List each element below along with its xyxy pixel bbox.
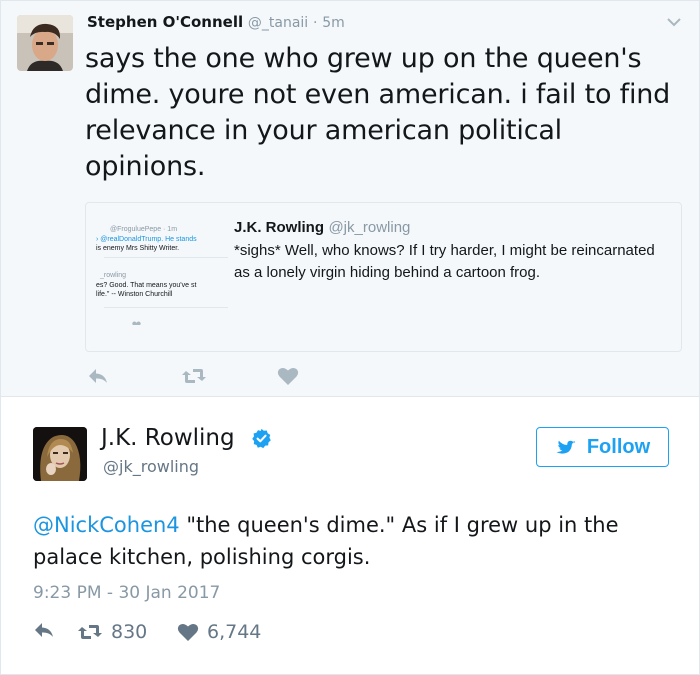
reply-action[interactable] xyxy=(33,621,55,639)
follow-button-label: Follow xyxy=(586,435,651,458)
stephen-avatar[interactable] xyxy=(17,15,73,71)
separator-dot: · xyxy=(312,15,318,31)
heart-icon xyxy=(132,321,141,325)
main-tweet-text: @NickCohen4 "the queen's dime." As if I … xyxy=(33,509,673,573)
retweet-icon[interactable] xyxy=(181,367,207,385)
like-action[interactable]: 6,744 xyxy=(177,621,261,643)
heart-icon[interactable] xyxy=(277,367,299,386)
reply-tweet: Stephen O'Connell @_tanaii · 5m says the… xyxy=(0,0,700,397)
quoted-tweet-thumbnail: @FroguluePepe · 1m › @realDonaldTrump. H… xyxy=(94,213,228,325)
retweet-icon xyxy=(78,625,102,639)
tweet-timestamp[interactable]: 9:23 PM - 30 Jan 2017 xyxy=(33,583,220,603)
thumb-line: _rowling xyxy=(100,272,127,279)
thumb-divider xyxy=(104,307,228,308)
heart-icon xyxy=(177,623,199,641)
verified-badge-icon xyxy=(252,428,271,449)
mention-link[interactable]: @NickCohen4 xyxy=(33,513,180,537)
quoted-tweet-card[interactable]: @FroguluePepe · 1m › @realDonaldTrump. H… xyxy=(85,202,682,352)
retweet-count: 830 xyxy=(111,621,148,643)
retweet-action[interactable]: 830 xyxy=(77,621,147,643)
follow-button[interactable]: Follow xyxy=(536,427,669,467)
jk-rowling-avatar[interactable] xyxy=(33,427,87,481)
thumb-line: is enemy Mrs Shitty Writer. xyxy=(96,245,180,252)
thumb-line: life." -- Winston Churchill xyxy=(96,291,173,298)
quoted-tweet-body: J.K. Rowling @jk_rowling *sighs* Well, w… xyxy=(234,219,674,284)
thumb-line: es? Good. That means you've st xyxy=(96,282,197,289)
author-handle[interactable]: @_tanaii xyxy=(248,15,308,31)
quoted-author-name: J.K. Rowling xyxy=(234,219,324,236)
author-handle[interactable]: @jk_rowling xyxy=(103,457,199,476)
reply-tweet-header: Stephen O'Connell @_tanaii · 5m xyxy=(87,13,345,31)
thumb-line: › @realDonaldTrump. He stands xyxy=(96,236,197,243)
author-name[interactable]: J.K. Rowling xyxy=(101,425,235,451)
author-name[interactable]: Stephen O'Connell xyxy=(87,13,243,31)
like-count: 6,744 xyxy=(207,621,262,643)
chevron-down-icon[interactable] xyxy=(667,17,681,27)
reply-tweet-text: says the one who grew up on the queen's … xyxy=(85,43,671,182)
thumb-divider xyxy=(104,257,228,258)
tweet-time[interactable]: 5m xyxy=(322,15,345,31)
reply-icon xyxy=(35,623,53,637)
main-tweet: J.K. Rowling @jk_rowling Follow @NickCoh… xyxy=(0,397,700,675)
reply-icon[interactable] xyxy=(87,367,109,385)
quoted-author-handle: @jk_rowling xyxy=(328,219,411,236)
twitter-bird-icon xyxy=(556,440,576,454)
quoted-tweet-text: *sighs* Well, who knows? If I try harder… xyxy=(234,242,655,281)
thumb-line: @FroguluePepe · 1m xyxy=(110,226,178,233)
